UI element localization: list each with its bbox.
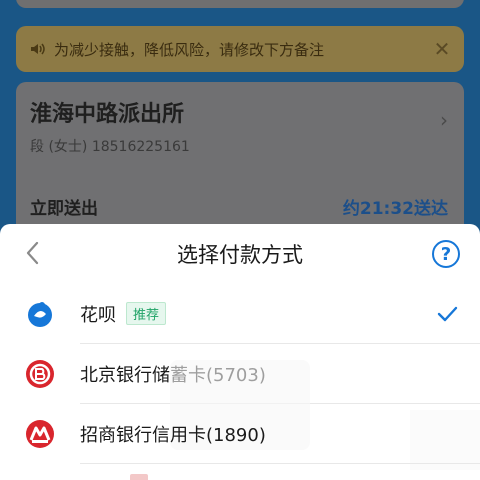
chevron-left-icon	[26, 241, 39, 265]
address-card: 淮海中路派出所 段 (女士) 18516225161 › 立即送出 约21:32…	[16, 82, 464, 242]
back-button[interactable]	[18, 238, 48, 268]
sheet-header: 选择付款方式 ?	[0, 224, 480, 284]
help-button[interactable]: ?	[432, 240, 460, 268]
sheet-title: 选择付款方式	[177, 243, 303, 267]
address-title: 淮海中路派出所	[30, 102, 185, 127]
delivery-time: 约21:32送达	[342, 199, 448, 219]
bank-of-beijing-icon	[26, 360, 54, 388]
huabei-icon	[28, 302, 52, 327]
background-shadow	[130, 474, 148, 480]
method-label: 花呗 推荐	[80, 301, 167, 327]
notice-text: 为减少接触，降低风险，请修改下方备注	[54, 40, 325, 59]
background-top-card	[16, 0, 464, 8]
notice-banner: 为减少接触，降低风险，请修改下方备注 ✕	[16, 26, 464, 72]
payment-method-huabei[interactable]: 花呗 推荐	[0, 284, 480, 344]
chevron-right-icon: ›	[440, 108, 448, 132]
checkmark-icon	[437, 306, 458, 322]
payment-method-cmb[interactable]: 招商银行信用卡(1890)	[0, 404, 480, 464]
delivery-label: 立即送出	[30, 199, 98, 219]
cmb-bank-icon	[26, 420, 54, 448]
recommend-tag: 推荐	[126, 302, 167, 325]
contact-info: 段 (女士) 18516225161	[30, 139, 190, 155]
delivery-row: 立即送出 约21:32送达	[30, 194, 448, 219]
divider	[80, 463, 480, 464]
method-label: 招商银行信用卡(1890)	[80, 425, 266, 446]
speaker-icon	[31, 43, 45, 55]
close-icon[interactable]: ✕	[432, 37, 452, 61]
